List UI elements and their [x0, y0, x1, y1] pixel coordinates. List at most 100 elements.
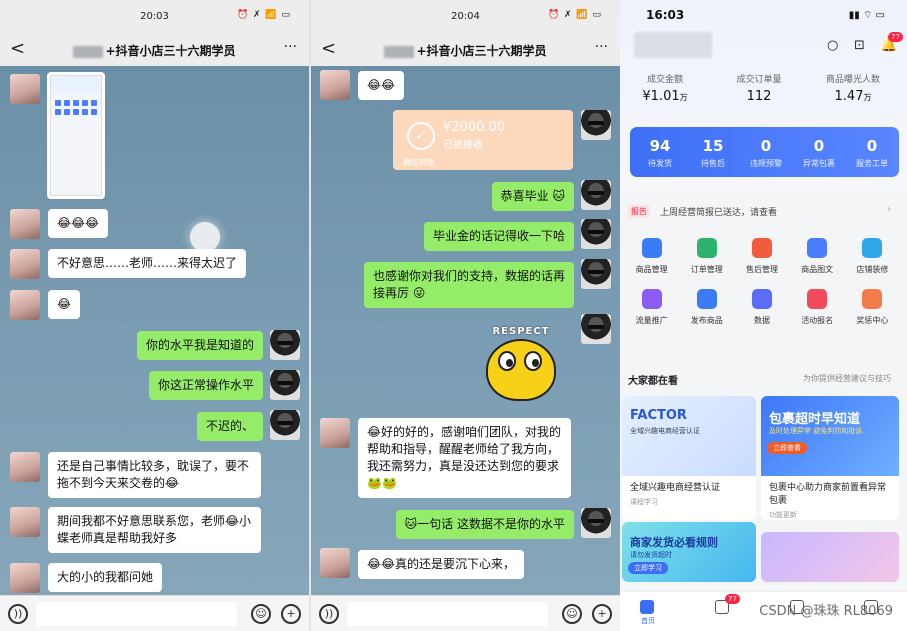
- voice-icon[interactable]: )): [8, 604, 28, 624]
- chat-panel-1: 20:03 ⏰ ✗ 📶 ▭ < +抖音小店三十六期学员 ··· 😂😂😂 不好意思…: [0, 0, 309, 631]
- message-bubble[interactable]: 🐱一句话 这数据不是你的水平: [395, 510, 574, 539]
- redacted-name: [384, 45, 415, 58]
- status-icons: ▮▮ ⌔ ▭: [848, 10, 885, 21]
- emoji-icon[interactable]: ☺: [562, 604, 582, 624]
- message-bubble[interactable]: 你的水平我是知道的: [136, 331, 263, 360]
- product-icon: [641, 238, 662, 258]
- message-input[interactable]: [36, 602, 237, 626]
- avatar[interactable]: [581, 314, 611, 344]
- more-icon[interactable]: ···: [595, 39, 608, 55]
- tile-order-management[interactable]: 订单管理: [679, 238, 734, 275]
- metric-gmv[interactable]: 成交金额 ¥1.01万: [620, 72, 710, 104]
- respect-sticker[interactable]: RESPECT: [481, 326, 561, 401]
- message-badge: 77: [725, 594, 740, 604]
- tile-product-management[interactable]: 商品管理: [624, 238, 679, 275]
- tile-after-sale[interactable]: 售后管理: [734, 238, 789, 275]
- avatar[interactable]: [320, 70, 350, 100]
- scan-icon[interactable]: ⊡: [854, 38, 865, 53]
- sticker-text: RESPECT: [492, 326, 550, 337]
- message-bubble[interactable]: 期间我都不好意思联系您，老师😂小蝶老师真是帮助我好多: [48, 507, 261, 553]
- message-bubble[interactable]: 😂😂: [358, 71, 405, 100]
- nav-home-label: 首页: [641, 617, 655, 625]
- avatar[interactable]: [320, 548, 350, 578]
- avatar[interactable]: [10, 452, 40, 482]
- emoji-icon[interactable]: ☺: [251, 604, 271, 624]
- store-icon: [862, 238, 883, 258]
- more-icon[interactable]: ···: [284, 39, 297, 55]
- card-banner: 商家发货必看规则 请勿发货超时 立即学习: [622, 522, 756, 582]
- avatar[interactable]: [581, 219, 611, 249]
- home-icon[interactable]: [640, 600, 654, 614]
- avatar[interactable]: [581, 508, 611, 538]
- input-bar: )) ☺ +: [311, 595, 620, 631]
- card-banner: FACTOR 全域兴趣电商经营认证: [622, 396, 756, 476]
- avatar[interactable]: [270, 370, 300, 400]
- metric-orders[interactable]: 成交订单量 112: [714, 72, 804, 104]
- notice-text: 上周经营简报已送达，请查看: [660, 208, 778, 218]
- avatar[interactable]: [10, 249, 40, 279]
- chart-icon: [751, 289, 772, 309]
- message-bubble[interactable]: 😂好的好的，感谢咱们团队，对我的帮助和指导，醒醒老师给了我方向，我还需努力，真是…: [358, 418, 571, 498]
- content-card[interactable]: [761, 532, 899, 582]
- voice-icon[interactable]: )): [319, 604, 339, 624]
- avatar[interactable]: [10, 507, 40, 537]
- transfer-card[interactable]: ✓ ¥2000.00 已被接收 微信转账: [393, 110, 573, 170]
- content-card[interactable]: 商家发货必看规则 请勿发货超时 立即学习: [622, 522, 756, 582]
- avatar[interactable]: [270, 330, 300, 360]
- metric-exposure[interactable]: 商品曝光人数 1.47万: [808, 72, 898, 104]
- avatar[interactable]: [10, 290, 40, 320]
- traffic-icon: [641, 289, 662, 309]
- stat-pending-shipment[interactable]: 94 待发货: [634, 137, 686, 169]
- message-bubble[interactable]: 😂: [48, 290, 81, 319]
- chat-header: < +抖音小店三十六期学员 ···: [311, 34, 620, 66]
- avatar[interactable]: [270, 410, 300, 440]
- message-bubble[interactable]: 也感谢你对我们的支持，数据的话再接再厉 😜: [364, 262, 574, 308]
- message-input[interactable]: [347, 602, 548, 626]
- tile-promotion[interactable]: 流量推广: [624, 289, 679, 326]
- message-bubble[interactable]: 😂😂😂: [48, 209, 109, 238]
- avatar[interactable]: [581, 110, 611, 140]
- return-icon: [751, 238, 772, 258]
- stat-violation[interactable]: 0 违规预警: [740, 137, 792, 169]
- plus-icon[interactable]: +: [592, 604, 612, 624]
- message-bubble[interactable]: 不迟的、: [196, 412, 263, 441]
- search-icon[interactable]: ○: [827, 38, 838, 53]
- chat-panel-2: 20:04 ⏰ ✗ 📶 ▭ < +抖音小店三十六期学员 ··· 😂😂 ✓ ¥20…: [311, 0, 620, 631]
- message-bubble[interactable]: 大的小的我都问她: [48, 563, 163, 592]
- moon-decoration: [190, 222, 220, 252]
- check-icon: ✓: [407, 122, 435, 150]
- report-notice[interactable]: 报告 上周经营简报已送达，请查看 ›: [628, 203, 899, 221]
- plus-icon[interactable]: +: [281, 604, 301, 624]
- message-bubble[interactable]: 不好意思……老师……来得太迟了: [48, 249, 247, 278]
- stat-after-sale[interactable]: 15 待售后: [687, 137, 739, 169]
- stat-service-ticket[interactable]: 0 服务工单: [846, 137, 898, 169]
- avatar[interactable]: [10, 74, 40, 104]
- avatar[interactable]: [10, 563, 40, 593]
- function-grid: 商品管理 订单管理 售后管理 商品图文 店铺装修 流量推广 发布商品 数据 活动…: [624, 238, 900, 326]
- message-bubble[interactable]: 😂😂真的还是要沉下心来，: [358, 550, 525, 579]
- tile-product-media[interactable]: 商品图文: [790, 238, 845, 275]
- chat-area[interactable]: 😂😂😂 不好意思……老师……来得太迟了 😂 你的水平我是知道的 你这正常操作水平…: [0, 66, 309, 595]
- stat-abnormal-package[interactable]: 0 异常包裹: [793, 137, 845, 169]
- tile-rewards-center[interactable]: 奖惩中心: [845, 289, 900, 326]
- avatar[interactable]: [581, 180, 611, 210]
- avatar[interactable]: [320, 418, 350, 448]
- tile-publish-product[interactable]: 发布商品: [679, 289, 734, 326]
- content-card[interactable]: FACTOR 全域兴趣电商经营认证 全域兴趣电商经营认证 课程学习: [622, 396, 756, 520]
- tile-store-decor[interactable]: 店铺装修: [845, 238, 900, 275]
- tile-data[interactable]: 数据: [734, 289, 789, 326]
- message-bubble[interactable]: 你这正常操作水平: [148, 371, 263, 400]
- chat-area[interactable]: 😂😂 ✓ ¥2000.00 已被接收 微信转账 恭喜毕业 🐱 毕业金的话记得收一…: [311, 66, 620, 595]
- avatar[interactable]: [10, 209, 40, 239]
- learn-now-button[interactable]: 立即学习: [628, 562, 668, 574]
- tile-event-signup[interactable]: 活动报名: [790, 289, 845, 326]
- message-bubble[interactable]: 恭喜毕业 🐱: [491, 182, 574, 211]
- image-message[interactable]: [47, 72, 105, 199]
- message-bubble[interactable]: 还是自己事情比较多，耽误了，要不拖不到今天来交卷的😂: [48, 452, 261, 498]
- message-bubble[interactable]: 毕业金的话记得收一下哈: [423, 222, 574, 251]
- avatar[interactable]: [581, 259, 611, 289]
- content-card[interactable]: 包裹超时早知道 及时处理异常 避免判罚和投诉 立即查看 包裹中心助力商家前置看异…: [761, 396, 899, 520]
- play-icon: [807, 238, 828, 258]
- view-now-button[interactable]: 立即查看: [767, 442, 807, 454]
- status-icons: ⏰ ✗ 📶 ▭: [236, 10, 291, 20]
